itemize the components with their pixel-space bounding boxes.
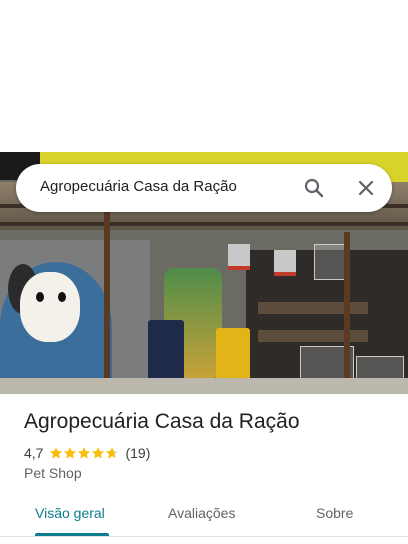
close-icon[interactable] (356, 178, 376, 198)
place-title: Agropecuária Casa da Ração (24, 410, 300, 433)
search-bar[interactable]: Agropecuária Casa da Ração (16, 164, 392, 212)
hanging-lamp (228, 244, 250, 270)
tab-reviews[interactable]: Avaliações (168, 505, 235, 521)
rating-stars (49, 446, 119, 460)
photo-floor (0, 378, 408, 394)
tab-overview[interactable]: Visão geral (35, 505, 105, 521)
star-icon (50, 447, 63, 459)
wooden-post (344, 232, 350, 392)
blank-area (0, 0, 408, 152)
search-query-text[interactable]: Agropecuária Casa da Ração (40, 178, 237, 195)
place-category[interactable]: Pet Shop (24, 465, 82, 481)
star-icon (106, 447, 119, 459)
star-icon (64, 447, 77, 459)
hanging-lamp (274, 250, 296, 276)
wooden-post (104, 212, 110, 392)
photo-shelf (258, 302, 368, 314)
photo-shelf (258, 330, 368, 342)
tab-about[interactable]: Sobre (316, 505, 353, 521)
tabs-divider (0, 536, 408, 537)
rating-row[interactable]: 4,7 (19) (24, 444, 150, 462)
rating-value: 4,7 (24, 445, 44, 461)
star-icon (78, 447, 91, 459)
search-icon[interactable] (304, 178, 324, 198)
photo-beam (0, 222, 408, 226)
review-count[interactable]: (19) (125, 445, 150, 461)
star-icon (92, 447, 105, 459)
dog-mural-eye (36, 292, 44, 302)
dog-mural-eye (58, 292, 66, 302)
dog-mural-face (20, 272, 80, 342)
feed-bag (148, 320, 184, 384)
